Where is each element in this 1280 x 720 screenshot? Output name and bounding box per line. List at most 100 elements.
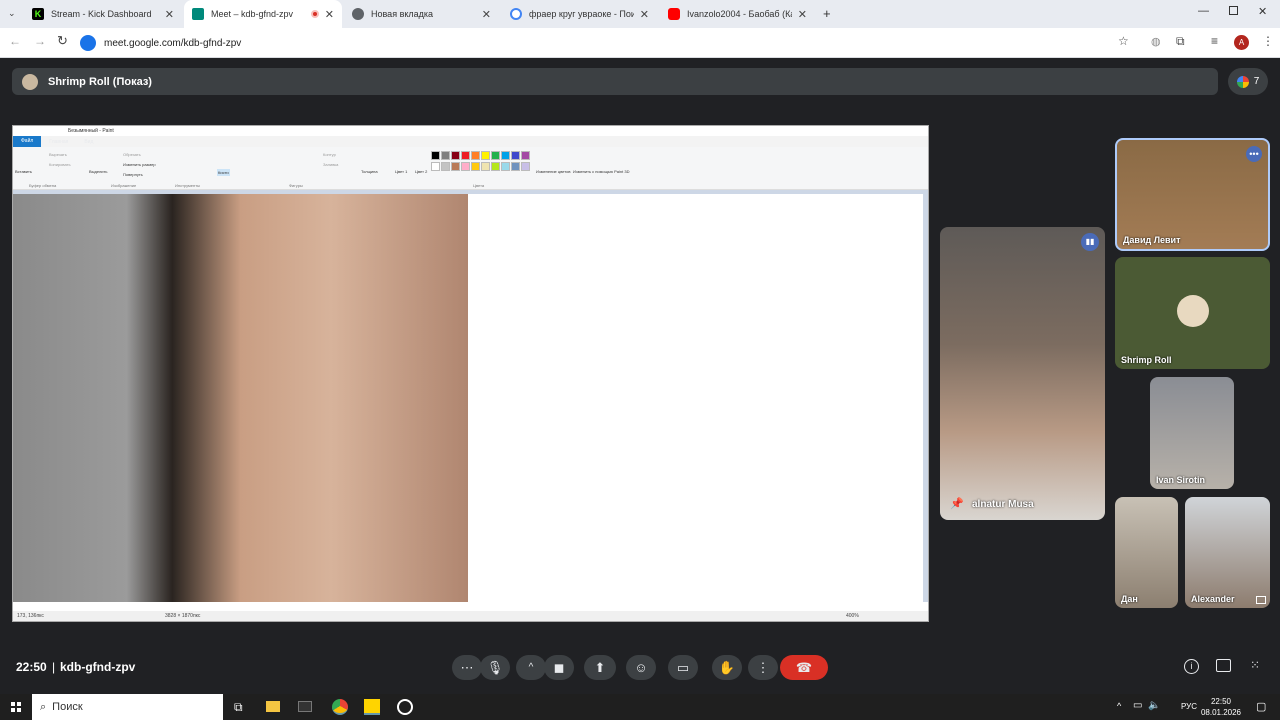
participant-tile-alnatur[interactable]: ▮▮ 📌 alnatur Musa xyxy=(940,227,1105,520)
extensions-icon[interactable]: ⧉ xyxy=(1176,34,1185,49)
palette-swatch[interactable] xyxy=(521,161,530,171)
participants-button[interactable]: 7 xyxy=(1228,68,1268,95)
outline-button[interactable]: Контур xyxy=(323,152,336,157)
bookmark-star-icon[interactable]: ☆ xyxy=(1118,34,1129,48)
chat-icon[interactable] xyxy=(1216,659,1231,672)
menu-icon[interactable]: ⋮ xyxy=(1262,34,1274,48)
raise-hand-icon[interactable]: ✋ xyxy=(712,655,742,680)
close-icon[interactable]: ✕ xyxy=(325,8,334,21)
palette-swatch[interactable] xyxy=(431,151,440,160)
taskbar-search[interactable]: ⌕ Поиск xyxy=(32,694,223,720)
camera-icon[interactable]: ◼ xyxy=(544,655,574,680)
close-window-icon[interactable]: ✕ xyxy=(1258,5,1267,18)
more-icon[interactable]: ⋯ xyxy=(452,655,482,680)
edit-colors-button[interactable]: Изменение цветов xyxy=(536,169,571,174)
more-options-icon[interactable]: ••• xyxy=(1246,146,1262,162)
copy-button[interactable]: Копировать xyxy=(49,162,71,167)
ribbon-tab-file[interactable]: Файл xyxy=(13,136,42,147)
chrome-icon[interactable] xyxy=(332,699,348,715)
tab-kick[interactable]: K Stream - Kick Dashboard ✕ xyxy=(24,0,182,28)
forward-icon[interactable]: → xyxy=(34,34,46,48)
minimize-icon[interactable]: — xyxy=(1198,5,1209,17)
captions-icon[interactable]: ▭ xyxy=(668,655,698,680)
resize-button[interactable]: Изменить размер xyxy=(123,162,156,167)
media-icon[interactable]: ≡ xyxy=(1211,34,1218,48)
microphone-icon[interactable]: 🎙 xyxy=(480,655,510,680)
pin-icon[interactable]: 📌 xyxy=(950,497,964,510)
task-view-icon[interactable]: ⧉ xyxy=(234,700,243,715)
site-info-icon[interactable] xyxy=(80,35,96,51)
rotate-button[interactable]: Повернуть xyxy=(123,172,143,177)
palette-swatch[interactable] xyxy=(521,151,530,160)
chevron-up-icon[interactable]: ^ xyxy=(516,655,546,680)
tab-search[interactable]: фраер круг увраоке - Поиск в ✕ xyxy=(502,0,657,28)
leave-call-button[interactable]: ☎ xyxy=(780,655,828,680)
palette-swatch[interactable] xyxy=(491,151,500,160)
file-explorer-icon[interactable] xyxy=(266,701,280,712)
ribbon-tab-home[interactable]: Главная xyxy=(41,139,76,145)
tab-new[interactable]: Новая вкладка ✕ xyxy=(344,0,499,28)
close-icon[interactable]: ✕ xyxy=(482,8,491,21)
tab-meet[interactable]: Meet – kdb-gfnd-zpv ✕ xyxy=(184,0,342,28)
palette-swatch[interactable] xyxy=(431,161,440,171)
palette-swatch[interactable] xyxy=(471,161,480,171)
present-screen-icon[interactable]: ⬆ xyxy=(584,655,616,680)
profile-avatar[interactable]: A xyxy=(1234,35,1249,50)
translate-icon[interactable]: ◍ xyxy=(1151,35,1161,48)
obs-icon[interactable] xyxy=(397,699,413,715)
palette-swatch[interactable] xyxy=(441,151,450,160)
color1-button[interactable]: Цвет 1 xyxy=(395,169,407,174)
palette-swatch[interactable] xyxy=(481,151,490,160)
paint3d-button[interactable]: Изменить с помощью Paint 3D xyxy=(573,169,629,174)
drawing-canvas[interactable] xyxy=(468,194,923,602)
address-bar[interactable]: meet.google.com/kdb-gfnd-zpv xyxy=(80,33,1140,53)
palette-swatch[interactable] xyxy=(471,151,480,160)
palette-swatch[interactable] xyxy=(511,161,520,171)
more-options-icon[interactable]: ⋮ xyxy=(748,655,778,680)
color2-button[interactable]: Цвет 2 xyxy=(415,169,427,174)
brushes-button[interactable]: Кисти xyxy=(217,169,230,176)
restore-icon[interactable] xyxy=(1229,6,1238,15)
palette-swatch[interactable] xyxy=(511,151,520,160)
palette-swatch[interactable] xyxy=(481,161,490,171)
close-icon[interactable]: ✕ xyxy=(165,8,174,21)
crop-button[interactable]: Обрезать xyxy=(123,152,141,157)
tray-chevron-icon[interactable]: ^ xyxy=(1117,701,1121,711)
paste-button[interactable]: Вставить xyxy=(15,169,32,174)
language-indicator[interactable]: РУС xyxy=(1181,702,1197,711)
emoji-icon[interactable]: ☺ xyxy=(626,655,656,680)
new-tab-button[interactable]: + xyxy=(823,6,831,21)
select-button[interactable]: Выделить xyxy=(89,169,107,174)
participant-tile-shrimp-roll[interactable]: Shrimp Roll xyxy=(1115,257,1270,369)
app-icon[interactable] xyxy=(364,699,380,715)
participant-tile-alexander[interactable]: Alexander xyxy=(1185,497,1270,608)
close-icon[interactable]: ✕ xyxy=(640,8,649,21)
back-icon[interactable]: ← xyxy=(9,34,21,48)
participant-tile-ivan[interactable]: Ivan Sirotin xyxy=(1150,377,1234,489)
tab-youtube[interactable]: Ivanzolo2004 - Баобаб (Карао ✕ xyxy=(660,0,815,28)
fill-button[interactable]: Заливка xyxy=(323,162,338,167)
info-icon[interactable]: i xyxy=(1184,659,1199,674)
cut-button[interactable]: Вырезать xyxy=(49,152,67,157)
palette-swatch[interactable] xyxy=(461,151,470,160)
ribbon-tab-view[interactable]: Вид xyxy=(76,139,101,145)
participant-tile-dan[interactable]: Дан xyxy=(1115,497,1178,608)
notifications-icon[interactable]: ▢ xyxy=(1256,700,1266,713)
palette-swatch[interactable] xyxy=(461,161,470,171)
tab-search-icon[interactable]: ⌄ xyxy=(8,8,16,19)
reload-icon[interactable]: ↻ xyxy=(57,33,68,49)
palette-swatch[interactable] xyxy=(441,161,450,171)
participant-tile-david[interactable]: Давид Левит ••• xyxy=(1115,138,1270,251)
size-button[interactable]: Толщина xyxy=(361,169,378,174)
close-icon[interactable]: ✕ xyxy=(798,8,807,21)
terminal-icon[interactable] xyxy=(298,701,312,712)
palette-swatch[interactable] xyxy=(501,161,510,171)
palette-swatch[interactable] xyxy=(501,151,510,160)
taskbar-clock[interactable]: 22:50 08.01.2026 xyxy=(1196,696,1246,718)
palette-swatch[interactable] xyxy=(491,161,500,171)
windows-start-icon[interactable] xyxy=(11,702,21,712)
palette-swatch[interactable] xyxy=(451,151,460,160)
palette-swatch[interactable] xyxy=(451,161,460,171)
volume-icon[interactable]: 🔈 xyxy=(1148,700,1160,711)
activities-icon[interactable]: ⁙ xyxy=(1250,658,1260,672)
